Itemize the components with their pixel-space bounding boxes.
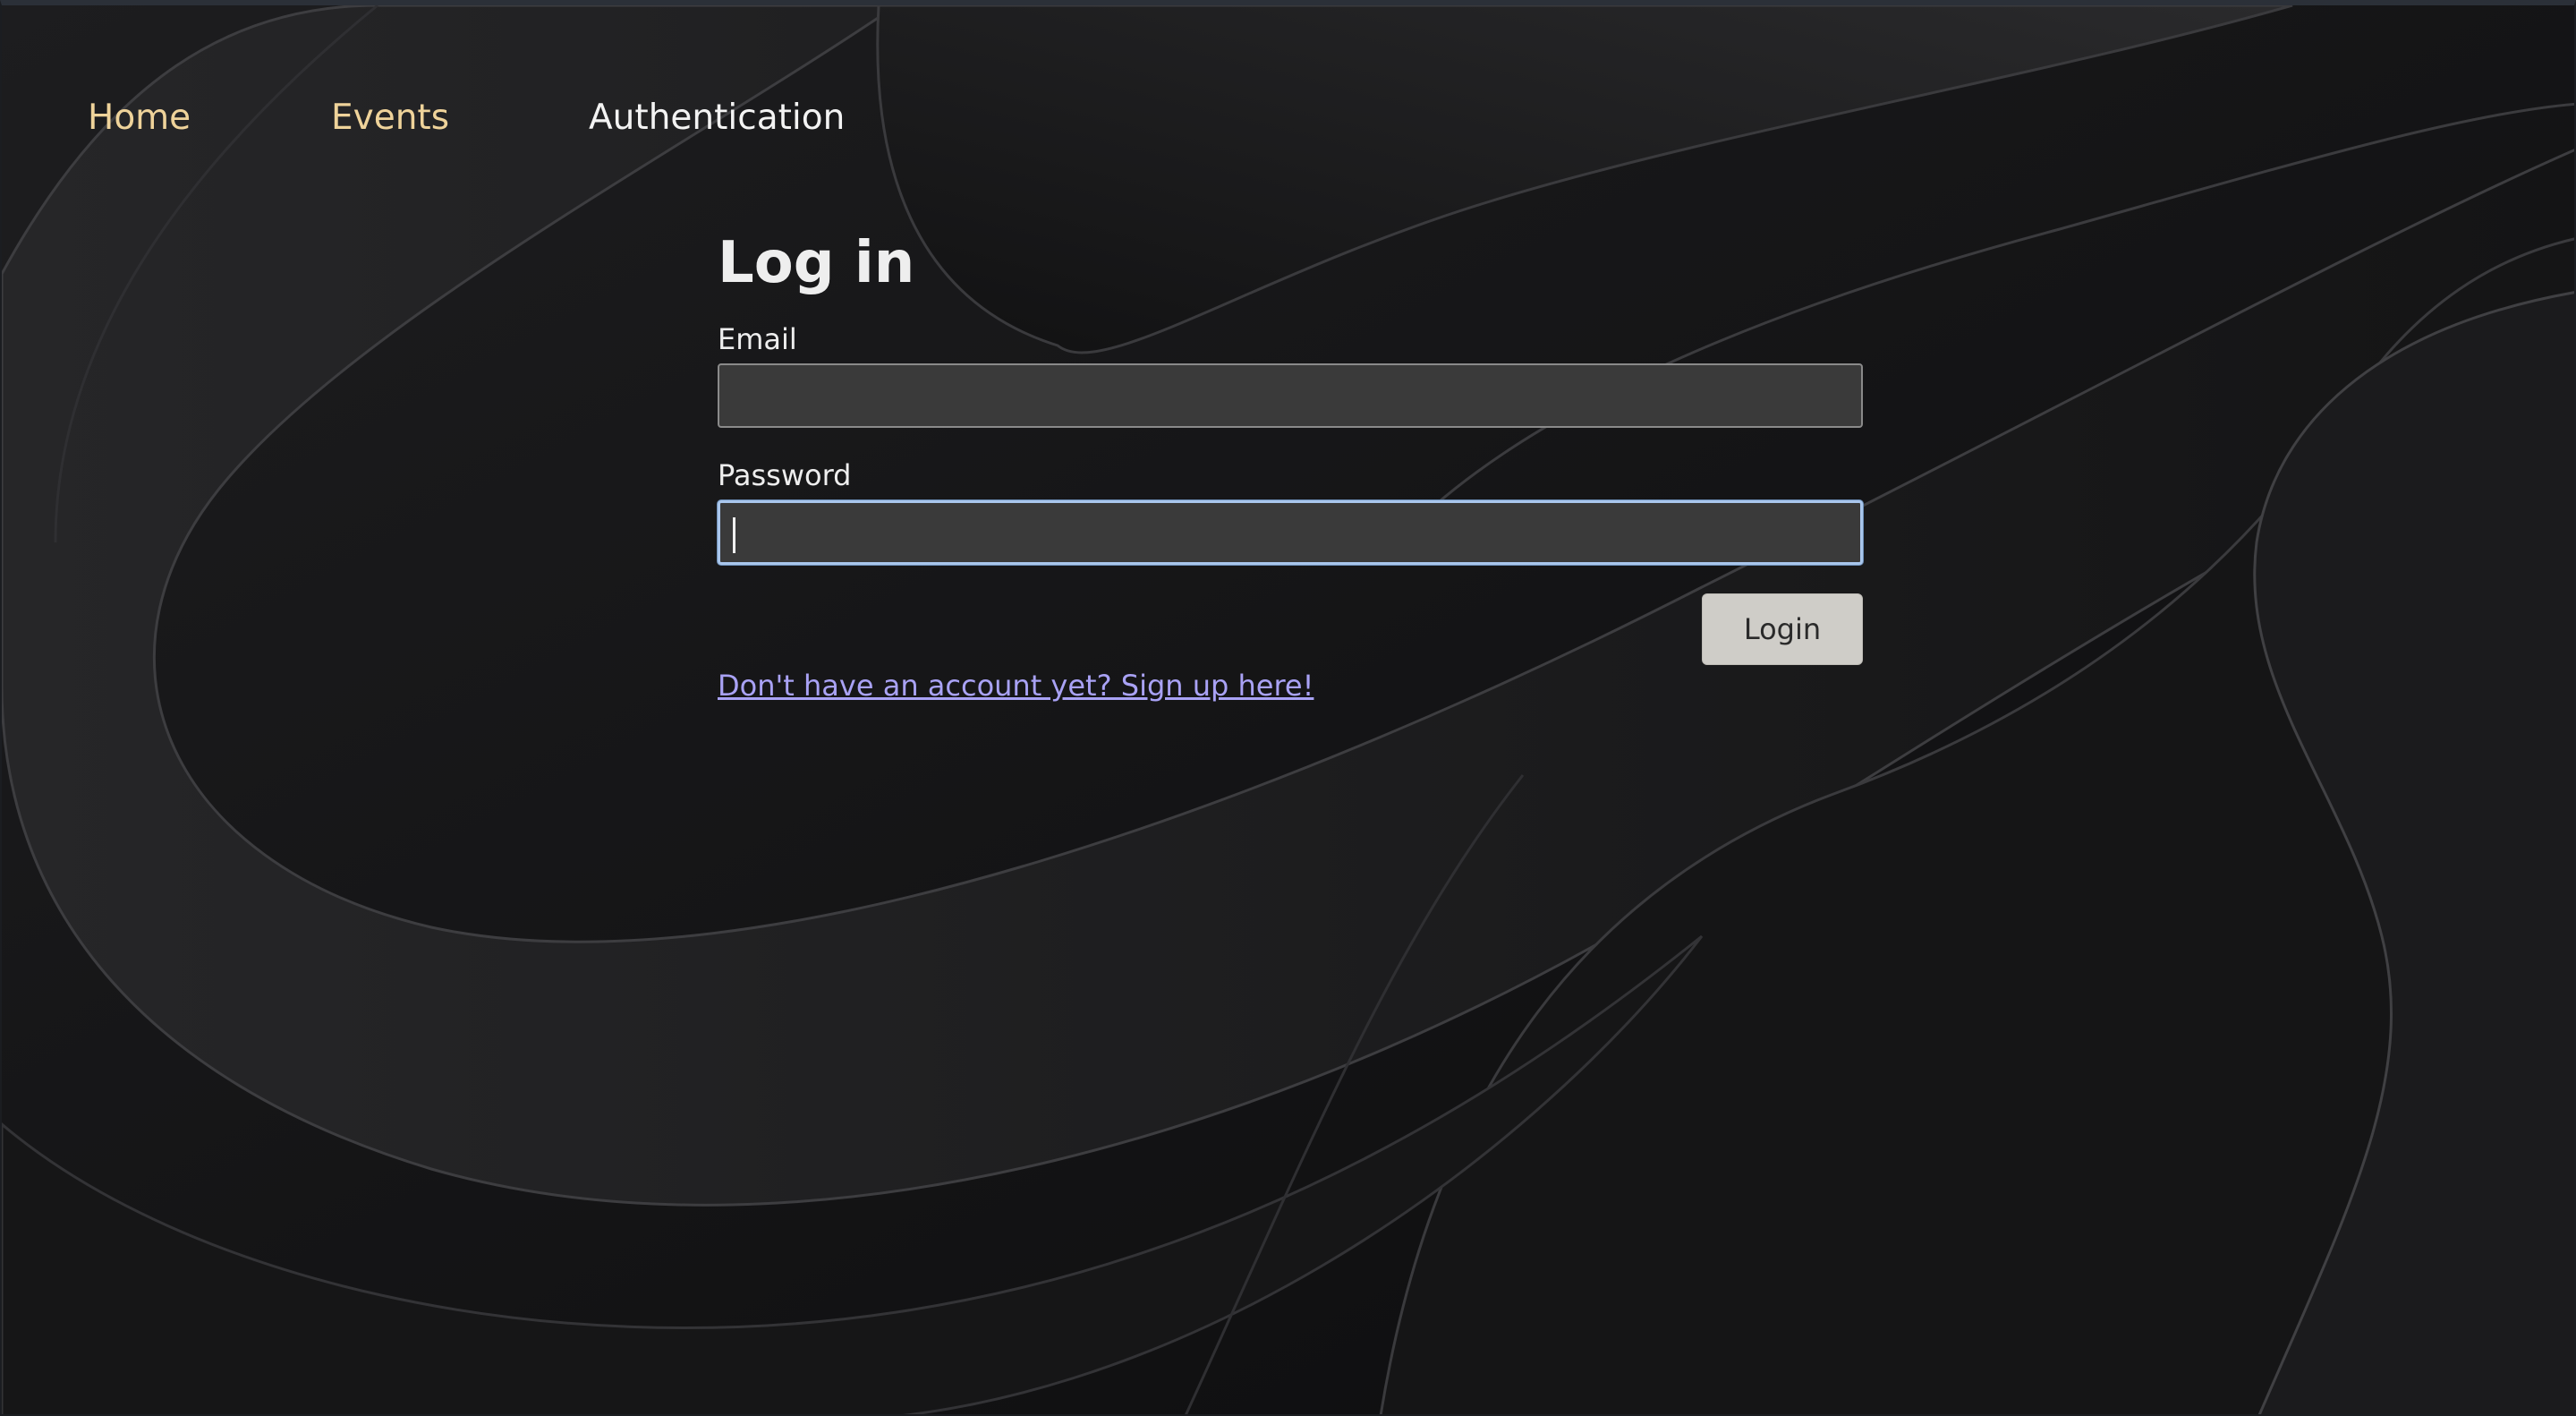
page-title: Log in — [718, 230, 915, 296]
nav-link-home[interactable]: Home — [88, 93, 191, 143]
email-label: Email — [718, 322, 797, 356]
app-window: Home Events Authentication Log in Email … — [0, 0, 2576, 1416]
login-button[interactable]: Login — [1702, 593, 1863, 665]
nav-link-events[interactable]: Events — [331, 93, 449, 143]
abstract-wave-background — [2, 5, 2574, 1414]
password-label: Password — [718, 458, 852, 492]
text-cursor — [733, 517, 735, 553]
email-field[interactable] — [718, 363, 1863, 428]
nav-link-authentication[interactable]: Authentication — [589, 93, 845, 143]
password-field[interactable] — [718, 500, 1863, 565]
signup-link[interactable]: Don't have an account yet? Sign up here! — [718, 668, 1314, 704]
